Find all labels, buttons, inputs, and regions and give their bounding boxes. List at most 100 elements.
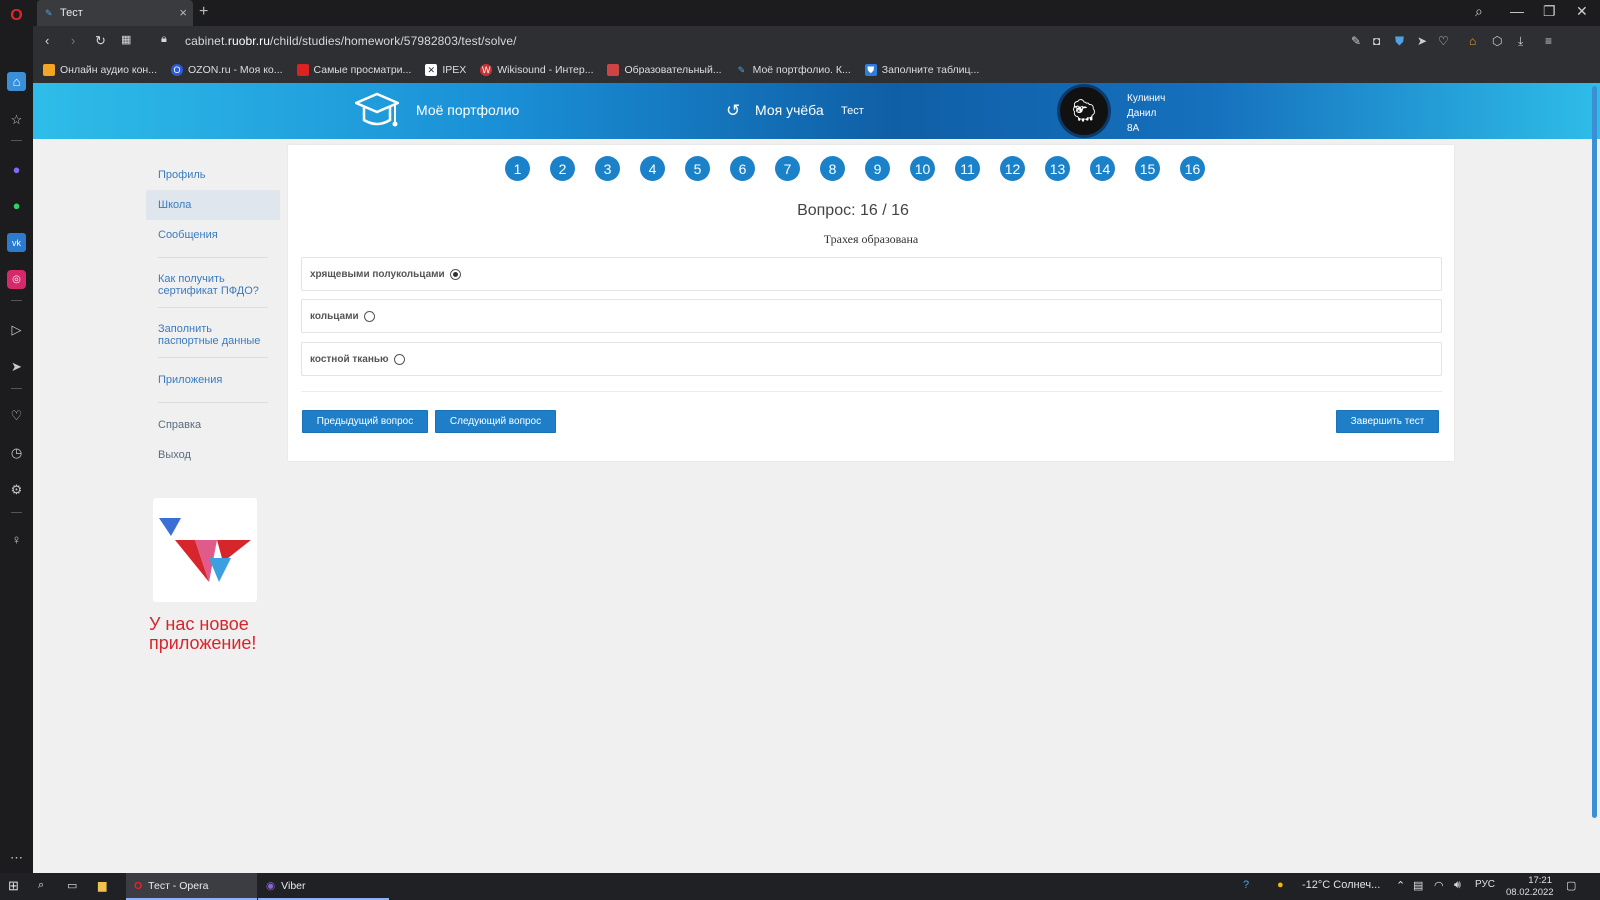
prev-question-button[interactable]: Предыдущий вопрос [302, 410, 428, 433]
answer-option[interactable]: хрящевыми полукольцами [301, 257, 1442, 291]
question-number-button[interactable]: 10 [910, 156, 935, 181]
bookmark-item[interactable]: Образовательный... [607, 63, 722, 76]
bookmark-item[interactable]: W Wikisound - Интер... [480, 63, 593, 76]
network-icon[interactable]: ◠ [1434, 879, 1444, 892]
send-icon[interactable]: ➤ [1417, 34, 1427, 48]
tiles-icon[interactable]: ▦ [121, 33, 131, 46]
menu-item-passport[interactable]: Заполнить паспортные данные [146, 315, 280, 357]
question-number-button[interactable]: 7 [775, 156, 800, 181]
url-field[interactable]: cabinet.ruobr.ru/child/studies/homework/… [185, 34, 517, 48]
answer-option[interactable]: кольцами [301, 299, 1442, 333]
question-number-button[interactable]: 4 [640, 156, 665, 181]
home-icon[interactable]: ⌂ [7, 72, 26, 91]
question-number-button[interactable]: 15 [1135, 156, 1160, 181]
menu-item-messages[interactable]: Сообщения [146, 220, 280, 250]
menu-item-profile[interactable]: Профиль [146, 160, 280, 190]
portfolio-link[interactable]: Моё портфолио [416, 102, 519, 118]
forward-icon[interactable]: › [71, 33, 75, 48]
help-icon[interactable]: ? [1243, 879, 1249, 891]
language-indicator[interactable]: РУС [1475, 879, 1495, 890]
question-number-button[interactable]: 16 [1180, 156, 1205, 181]
tray-expand-icon[interactable]: ⌃ [1396, 879, 1405, 892]
question-number-button[interactable]: 14 [1090, 156, 1115, 181]
task-view-icon[interactable]: ▭ [67, 879, 77, 892]
messenger-icon[interactable]: ● [7, 160, 26, 179]
close-window-icon[interactable]: ✕ [1576, 3, 1588, 20]
my-study-link[interactable]: Моя учёба [755, 102, 824, 118]
question-number-button[interactable]: 13 [1045, 156, 1070, 181]
history-icon[interactable]: ◷ [7, 443, 26, 462]
avatar[interactable]: 🐑︎ [1057, 84, 1111, 138]
menu-item-apps[interactable]: Приложения [146, 365, 280, 395]
question-number-button[interactable]: 5 [685, 156, 710, 181]
download-icon[interactable]: ⤓ [1518, 34, 1523, 49]
question-number-button[interactable]: 6 [730, 156, 755, 181]
speed-dial-icon[interactable]: ☆ [7, 110, 26, 129]
answer-option[interactable]: костной тканью [301, 342, 1442, 376]
minimize-icon[interactable]: — [1510, 3, 1524, 19]
bookmark-item[interactable]: O OZON.ru - Моя ко... [171, 63, 283, 76]
search-icon[interactable]: ⌕ [38, 879, 44, 892]
app-promo-logo[interactable] [153, 498, 257, 602]
restore-icon[interactable]: ❐ [1543, 3, 1556, 20]
question-number-button[interactable]: 3 [595, 156, 620, 181]
bookmark-item[interactable]: ⛊ Заполните таблиц... [864, 63, 979, 76]
tab-test[interactable]: ✎ Тест × [37, 0, 193, 26]
bookmark-item[interactable]: Самые просматри... [296, 63, 411, 76]
more-icon[interactable]: ⋯ [7, 848, 26, 867]
test-link[interactable]: Тест [841, 105, 864, 117]
volume-icon[interactable]: 🔊︎ [1454, 879, 1461, 892]
menu-item-certificate[interactable]: Как получить сертификат ПФДО? [146, 265, 280, 307]
cube-icon[interactable]: ⬡ [1492, 34, 1502, 48]
notifications-icon[interactable]: ▢ [1566, 879, 1576, 892]
send-icon[interactable]: ➤ [7, 357, 26, 376]
heart-icon[interactable]: ♡ [1438, 34, 1449, 48]
vpn-shield-icon[interactable]: ⛊ [1395, 34, 1404, 49]
file-explorer-icon[interactable]: ▆ [98, 879, 106, 892]
question-number-button[interactable]: 2 [550, 156, 575, 181]
promo-text[interactable]: У нас новое приложение! [149, 615, 289, 653]
menu-item-help[interactable]: Справка [146, 410, 280, 440]
settings-icon[interactable]: ⚙ [7, 480, 26, 499]
lightbulb-icon[interactable]: ♀ [7, 530, 26, 549]
menu-item-logout[interactable]: Выход [146, 440, 280, 470]
weather-text[interactable]: -12°C Солнеч... [1302, 879, 1380, 891]
instagram-icon[interactable]: ◎ [7, 270, 26, 289]
edit-icon[interactable]: ✎ [1351, 34, 1361, 48]
question-number-button[interactable]: 9 [865, 156, 890, 181]
new-tab-icon[interactable]: + [199, 3, 208, 21]
graduation-cap-icon[interactable] [355, 92, 399, 130]
whatsapp-icon[interactable]: ● [7, 196, 26, 215]
bookmark-item[interactable]: Онлайн аудио кон... [43, 63, 157, 76]
question-number-button[interactable]: 12 [1000, 156, 1025, 181]
radio-button[interactable] [363, 310, 375, 322]
opera-logo-icon[interactable]: O [7, 6, 26, 25]
bookmark-item[interactable]: ✕ IPEX [425, 63, 466, 76]
taskbar-app-opera[interactable]: O Тест - Opera [126, 873, 257, 900]
back-icon[interactable]: ‹ [45, 33, 49, 48]
search-tabs-icon[interactable]: ⌕ [1475, 3, 1483, 20]
radio-button[interactable] [393, 353, 405, 365]
menu-item-school[interactable]: Школа [146, 190, 280, 220]
question-number-button[interactable]: 11 [955, 156, 980, 181]
menu-icon[interactable]: ≡ [1545, 34, 1552, 48]
next-question-button[interactable]: Следующий вопрос [435, 410, 556, 433]
page-scrollbar[interactable] [1592, 86, 1597, 818]
user-info[interactable]: Кулинич Данил 8А [1127, 91, 1165, 136]
tab-close-icon[interactable]: × [179, 6, 187, 19]
taskbar-app-viber[interactable]: ◉ Viber [258, 873, 389, 900]
bookmark-item[interactable]: ✎ Моё портфолио. К... [736, 64, 851, 76]
keyboard-icon[interactable]: ▤ [1413, 879, 1423, 892]
question-number-button[interactable]: 8 [820, 156, 845, 181]
player-icon[interactable]: ▷ [7, 320, 26, 339]
reload-icon[interactable]: ↻ [95, 33, 106, 49]
camera-icon[interactable]: ◘ [1373, 34, 1380, 48]
vk-icon[interactable]: vk [7, 233, 26, 252]
radio-button[interactable] [449, 268, 461, 280]
clock[interactable]: 17:21 08.02.2022 [1506, 875, 1554, 899]
windows-start-icon[interactable]: ⊞ [8, 878, 19, 894]
extension-icon[interactable]: ⌂ [1469, 34, 1476, 48]
finish-test-button[interactable]: Завершить тест [1336, 410, 1439, 433]
heart-icon[interactable]: ♡ [7, 406, 26, 425]
question-number-button[interactable]: 1 [505, 156, 530, 181]
